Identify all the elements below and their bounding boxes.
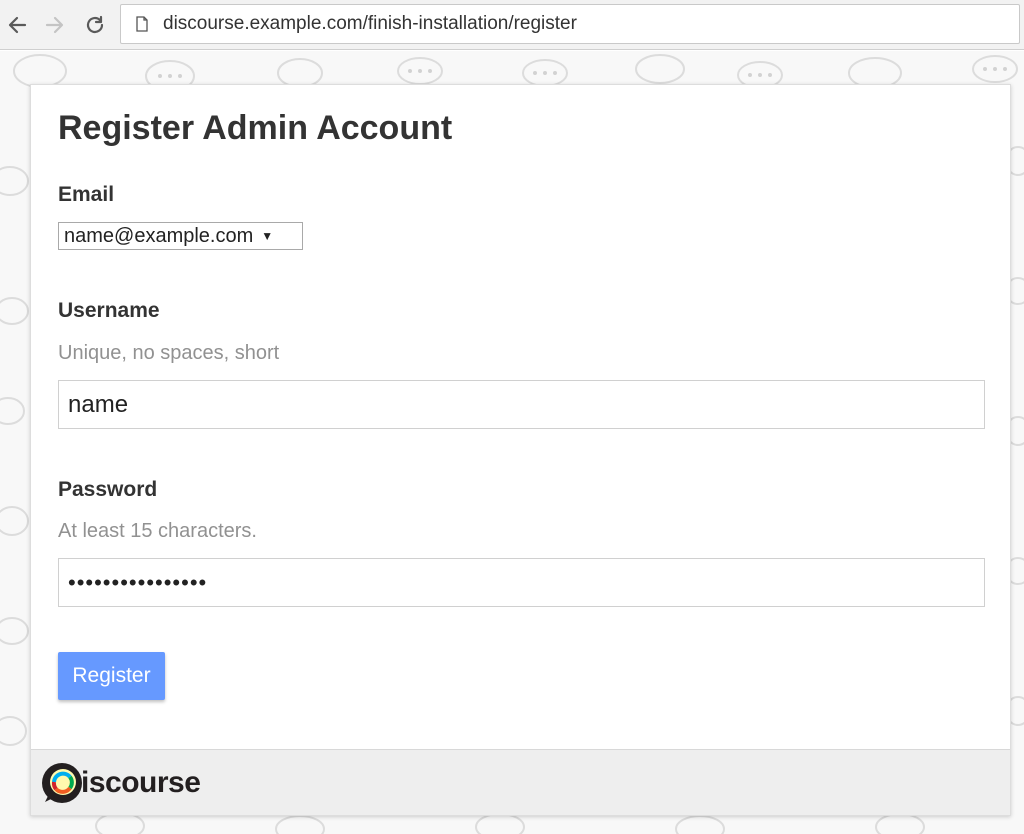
browser-toolbar: discourse.example.com/finish-installatio… bbox=[0, 0, 1024, 50]
address-bar[interactable]: discourse.example.com/finish-installatio… bbox=[120, 4, 1020, 44]
password-input[interactable]: •••••••••••••••• bbox=[58, 558, 985, 607]
back-arrow-icon[interactable] bbox=[4, 12, 30, 38]
url-text[interactable]: discourse.example.com/finish-installatio… bbox=[163, 13, 577, 35]
username-input-value: name bbox=[68, 390, 129, 418]
document-icon bbox=[135, 15, 149, 33]
discourse-logo[interactable]: iscourse bbox=[41, 762, 201, 804]
register-button[interactable]: Register bbox=[58, 652, 165, 700]
page-title: Register Admin Account bbox=[58, 109, 453, 147]
password-label: Password bbox=[58, 478, 158, 501]
dropdown-caret-icon: ▼ bbox=[261, 229, 274, 243]
forward-arrow-icon[interactable] bbox=[42, 12, 68, 38]
reload-icon[interactable] bbox=[82, 12, 108, 38]
username-hint: Unique, no spaces, short bbox=[58, 342, 280, 364]
card-footer: iscourse bbox=[31, 749, 1010, 815]
password-hint: At least 15 characters. bbox=[58, 520, 257, 542]
discourse-logo-icon bbox=[42, 763, 82, 803]
username-input[interactable]: name bbox=[58, 380, 985, 429]
email-label: Email bbox=[58, 183, 115, 206]
register-card: Register Admin Account Email name@exampl… bbox=[30, 84, 1011, 816]
email-select-value: name@example.com bbox=[64, 224, 254, 247]
logo-wordmark: iscourse bbox=[81, 766, 201, 799]
username-label: Username bbox=[58, 299, 160, 322]
password-input-value: •••••••••••••••• bbox=[68, 569, 208, 595]
email-select[interactable]: name@example.com ▼ bbox=[58, 222, 303, 250]
